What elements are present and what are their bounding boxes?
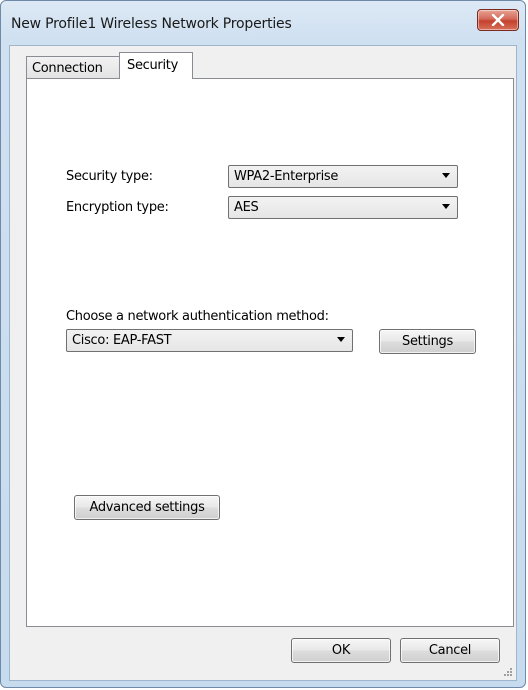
security-type-value: WPA2-Enterprise: [234, 169, 339, 184]
advanced-settings-button[interactable]: Advanced settings: [74, 495, 220, 520]
cancel-button[interactable]: Cancel: [400, 638, 500, 663]
encryption-type-dropdown[interactable]: AES: [228, 196, 458, 219]
chevron-down-icon: [442, 204, 450, 209]
tab-connection-label: Connection: [32, 61, 103, 76]
encryption-type-value: AES: [234, 200, 259, 215]
security-tab-panel: Security type: WPA2-Enterprise Encryptio…: [26, 78, 514, 627]
auth-method-dropdown[interactable]: Cisco: EAP-FAST: [66, 329, 353, 352]
dialog-window: New Profile1 Wireless Network Properties…: [0, 0, 526, 688]
auth-method-value: Cisco: EAP-FAST: [72, 333, 172, 348]
close-button[interactable]: [477, 9, 519, 31]
close-icon: [491, 14, 505, 26]
encryption-type-label: Encryption type:: [66, 200, 169, 215]
dialog-client-area: Connection Security Security type: WPA2-…: [9, 45, 517, 681]
settings-button[interactable]: Settings: [379, 329, 476, 354]
tab-security-label: Security: [127, 58, 178, 73]
chevron-down-icon: [337, 337, 345, 342]
ok-button[interactable]: OK: [291, 638, 391, 663]
window-title: New Profile1 Wireless Network Properties: [11, 16, 292, 32]
resize-grip-icon[interactable]: [503, 667, 513, 677]
chevron-down-icon: [442, 173, 450, 178]
tab-connection[interactable]: Connection: [26, 56, 121, 78]
auth-method-label: Choose a network authentication method:: [66, 309, 329, 324]
security-type-dropdown[interactable]: WPA2-Enterprise: [228, 165, 458, 188]
tab-security[interactable]: Security: [119, 52, 193, 79]
security-type-label: Security type:: [66, 169, 153, 184]
